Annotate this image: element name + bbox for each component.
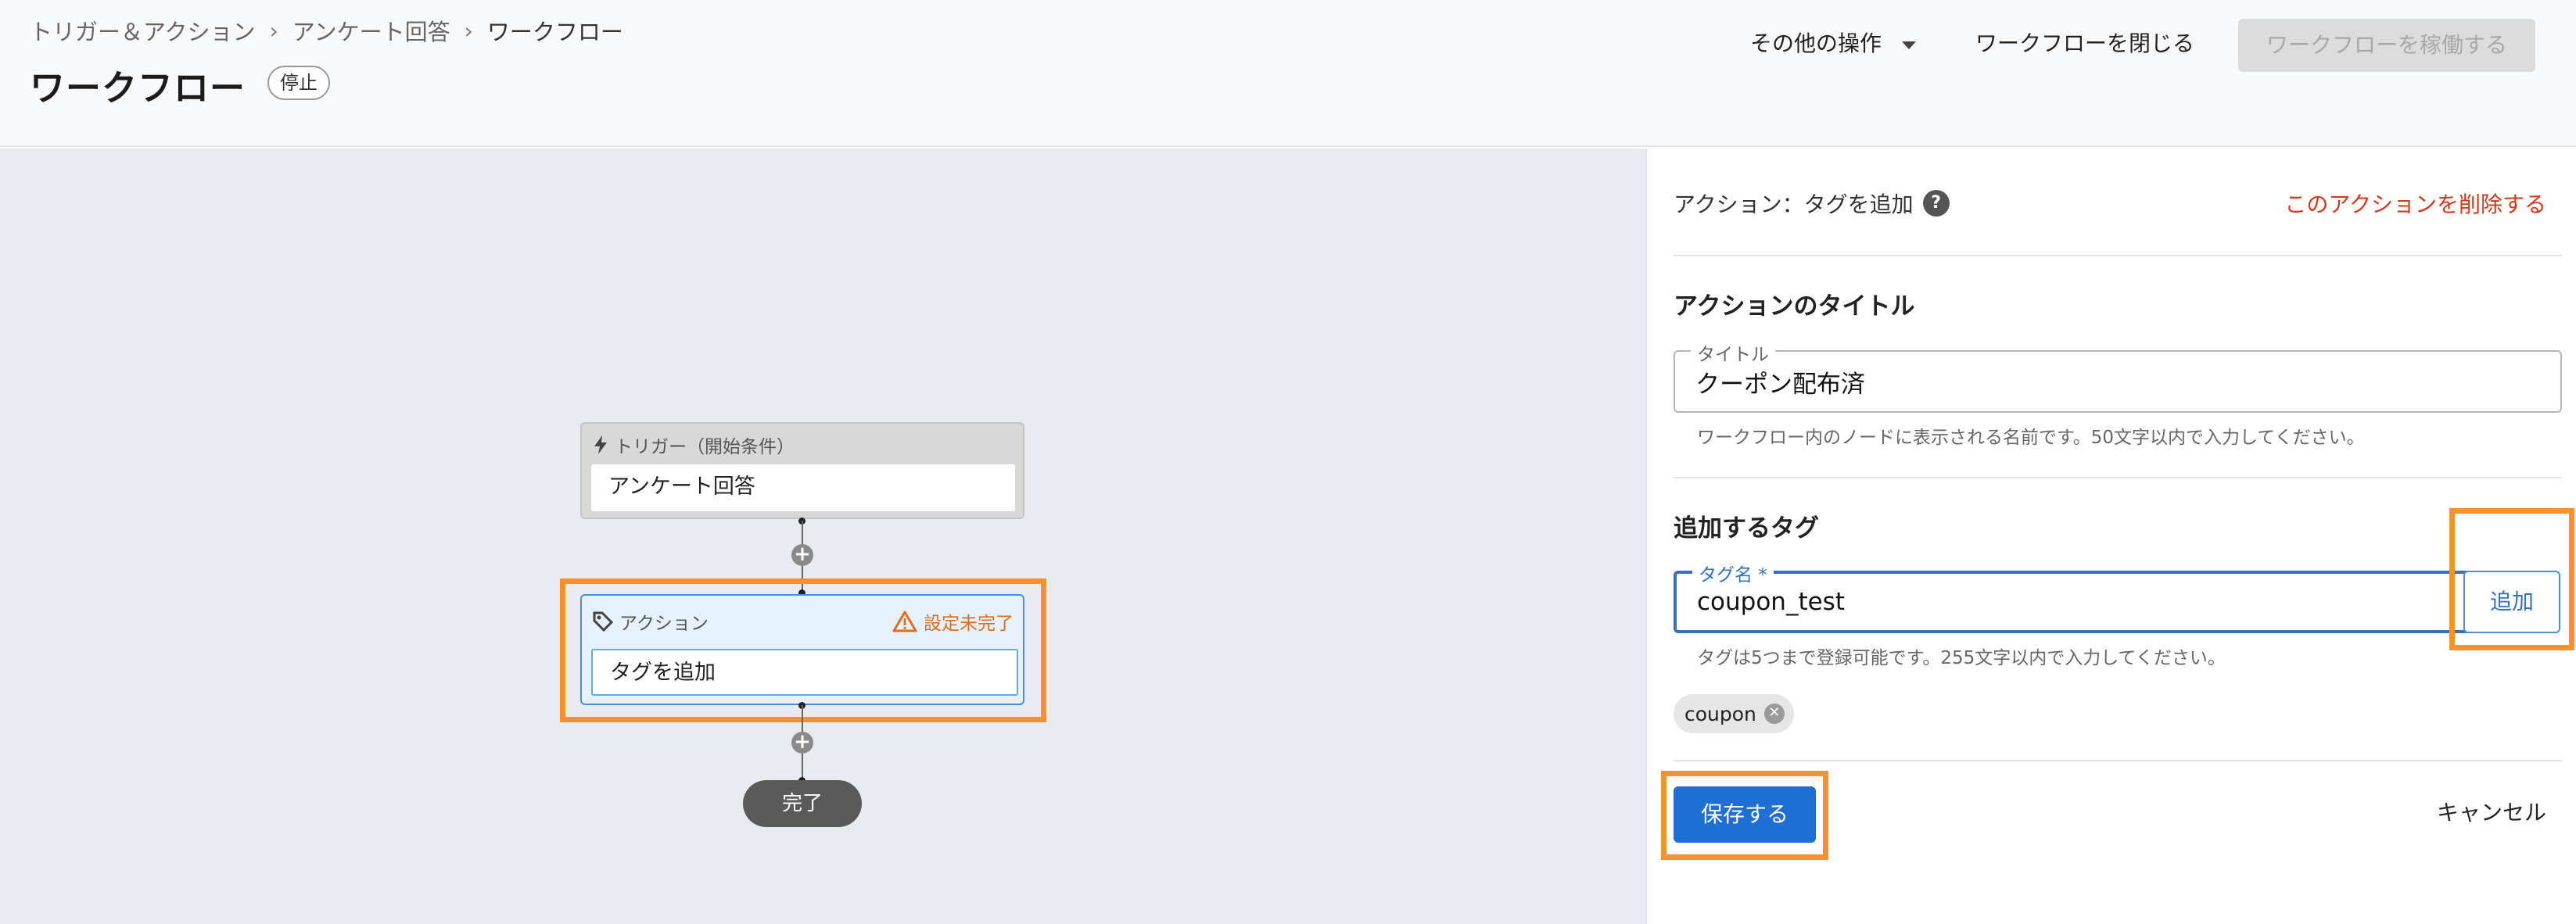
caret-down-icon [1902, 41, 1917, 49]
breadcrumb-item-current: ワークフロー [486, 19, 623, 45]
tag-name-field[interactable]: タグ名 * [1674, 560, 2534, 633]
action-node-header: アクション [593, 608, 709, 635]
tag-name-input[interactable] [1697, 572, 2401, 632]
breadcrumb: トリガー＆アクション › アンケート回答 › ワークフロー [30, 14, 623, 47]
tag-helper-text: タグは5つまで登録可能です。255文字以内で入力してください。 [1697, 648, 2226, 668]
end-node: 完了 [743, 780, 862, 827]
breadcrumb-item-trigger-action[interactable]: トリガー＆アクション [30, 14, 256, 47]
tag-chip[interactable]: coupon ✕ [1674, 694, 1794, 733]
status-badge: 停止 [267, 66, 330, 100]
trigger-node-header: トリガー（開始条件） [593, 432, 795, 458]
lightning-icon [594, 435, 607, 454]
run-workflow-button[interactable]: ワークフローを稼働する [2238, 19, 2535, 72]
action-title-heading: アクションのタイトル [1674, 292, 1915, 321]
divider [1674, 760, 2562, 761]
add-tag-heading: 追加するタグ [1674, 514, 1819, 543]
tag-icon [593, 611, 613, 632]
breadcrumb-separator: › [464, 17, 473, 44]
more-operations-label: その他の操作 [1750, 30, 1882, 56]
trigger-node-label: アンケート回答 [591, 464, 1015, 511]
more-operations-button[interactable]: その他の操作 [1750, 23, 1917, 64]
close-workflow-button[interactable]: ワークフローを閉じる [1975, 23, 2194, 64]
help-icon[interactable]: ? [1922, 190, 1950, 217]
connector-line [802, 754, 803, 780]
add-tag-button[interactable]: 追加 [2463, 571, 2560, 633]
top-header: トリガー＆アクション › アンケート回答 › ワークフロー ワークフロー 停止 … [0, 0, 2576, 147]
tag-chip-label: coupon [1684, 702, 1756, 725]
remove-tag-icon[interactable]: ✕ [1763, 704, 1785, 724]
action-node[interactable]: アクション 設定未完了 タグを追加 [580, 594, 1024, 705]
action-settings-panel: アクション：タグを追加 ? このアクションを削除する アクションのタイトル タイ… [1645, 149, 2576, 924]
panel-title: アクション：タグを追加 ? [1674, 188, 1950, 219]
divider [1674, 255, 2562, 256]
action-warning-label: 設定未完了 [924, 614, 1014, 634]
title-input[interactable] [1695, 352, 2399, 411]
breadcrumb-item-survey[interactable]: アンケート回答 [292, 14, 450, 47]
add-node-plus-icon[interactable]: + [791, 544, 813, 566]
add-node-plus-icon[interactable]: + [791, 732, 813, 754]
page-title: ワークフロー [30, 67, 246, 109]
warning-icon [892, 611, 917, 632]
save-button[interactable]: 保存する [1674, 786, 1816, 843]
breadcrumb-separator: › [269, 17, 278, 44]
action-node-header-label: アクション [619, 614, 709, 634]
divider [1674, 477, 2562, 478]
trigger-node-header-label: トリガー（開始条件） [615, 437, 795, 457]
delete-action-link[interactable]: このアクションを削除する [2284, 188, 2546, 219]
title-field[interactable]: タイトル [1674, 339, 2562, 413]
trigger-node[interactable]: トリガー（開始条件） アンケート回答 [580, 422, 1024, 519]
title-helper-text: ワークフロー内のノードに表示される名前です。50文字以内で入力してください。 [1697, 428, 2365, 448]
action-node-label: タグを追加 [591, 649, 1018, 696]
cancel-button[interactable]: キャンセル [2437, 796, 2546, 827]
action-warning: 設定未完了 [892, 608, 1014, 635]
panel-title-label: アクション：タグを追加 [1674, 192, 1914, 217]
